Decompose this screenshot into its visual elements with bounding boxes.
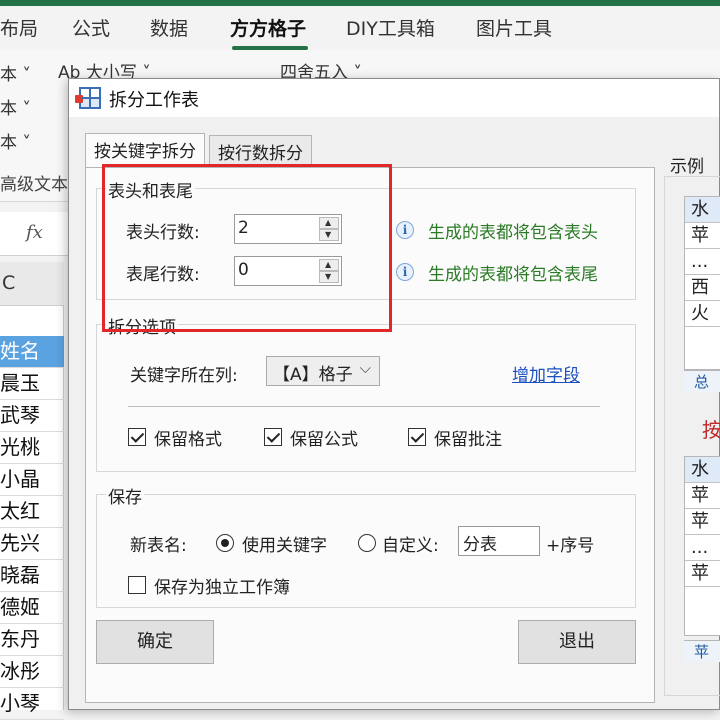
table-cell[interactable]: 东丹: [0, 624, 64, 656]
example-cell: 火: [685, 301, 720, 327]
dialog-titlebar[interactable]: 拆分工作表: [69, 79, 719, 117]
example-cell: 苹: [685, 223, 720, 249]
ribbon-tab-diy-toolbox[interactable]: DIY工具箱: [346, 14, 435, 41]
ribbon-tab-bar: 布局 公式 数据 方方格子 DIY工具箱 图片工具: [0, 6, 720, 50]
new-name-label: 新表名:: [130, 536, 187, 556]
tab-split-by-keyword[interactable]: 按关键字拆分: [85, 133, 205, 167]
custom-name-input[interactable]: 分表: [458, 526, 540, 556]
example-arrow-text: 按: [702, 418, 720, 442]
add-field-link[interactable]: 增加字段: [512, 361, 580, 386]
table-cell[interactable]: 晨玉: [0, 368, 64, 400]
custom-name-label[interactable]: 自定义:: [382, 531, 439, 556]
keep-comment-label[interactable]: 保留批注: [434, 425, 502, 450]
keep-format-checkbox[interactable]: [128, 428, 146, 446]
save-independent-label[interactable]: 保存为独立工作簿: [154, 573, 290, 598]
example-cell: 水: [685, 197, 720, 223]
use-keyword-radio[interactable]: [216, 534, 234, 552]
example-sheet-tab: 苹: [684, 640, 720, 662]
example-cell: 苹: [685, 509, 720, 535]
divider: [128, 406, 600, 407]
ribbon-tab-data[interactable]: 数据: [150, 14, 188, 41]
chevron-down-icon: ⌵: [359, 359, 371, 377]
info-icon: i: [396, 221, 414, 239]
table-cell[interactable]: 冰彤: [0, 656, 64, 688]
custom-name-radio[interactable]: [358, 534, 376, 552]
table-cell[interactable]: 光桃: [0, 432, 64, 464]
table-cell[interactable]: 德姬: [0, 592, 64, 624]
ribbon-tab-image-tools[interactable]: 图片工具: [476, 14, 552, 41]
ribbon-tab-fangfang[interactable]: 方方格子: [230, 14, 306, 41]
key-column-label: 关键字所在列:: [130, 366, 238, 386]
save-independent-checkbox[interactable]: [128, 576, 146, 594]
split-sheet-icon: [75, 87, 101, 109]
ribbon-text-dropdown-3[interactable]: 本 ˅: [0, 128, 31, 153]
dialog-title: 拆分工作表: [109, 90, 199, 111]
table-cell[interactable]: 小琴: [0, 688, 64, 720]
sequence-suffix-label: +序号: [546, 536, 595, 556]
table-cell[interactable]: 太红: [0, 496, 64, 528]
exit-button[interactable]: 退出: [518, 620, 636, 664]
info-icon: i: [396, 263, 414, 281]
example-cell: ...: [685, 535, 720, 561]
example-cell: ...: [685, 249, 720, 275]
tab-split-by-rows[interactable]: 按行数拆分: [209, 135, 312, 167]
table-cell[interactable]: 小晶: [0, 464, 64, 496]
key-column-select[interactable]: 【A】格子 ⌵: [266, 356, 380, 386]
ribbon-group-label: 高级文本: [0, 175, 68, 195]
ribbon-tab-layout[interactable]: 布局: [0, 14, 38, 41]
keep-comment-checkbox[interactable]: [408, 428, 426, 446]
save-group-title: 保存: [106, 483, 144, 508]
example-source-table: 水 苹 ... 西 火: [684, 196, 720, 370]
highlight-box: [102, 164, 392, 332]
ribbon-tab-formulas[interactable]: 公式: [72, 14, 110, 41]
table-cell[interactable]: 晓磊: [0, 560, 64, 592]
keep-formula-label[interactable]: 保留公式: [290, 425, 358, 450]
ribbon-text-dropdown-1[interactable]: 本 ˅: [0, 60, 31, 85]
key-column-value: 【A】格子: [273, 365, 353, 385]
example-sheet-tab: 总: [684, 370, 720, 392]
column-header-c[interactable]: C: [0, 262, 64, 306]
footer-hint: 生成的表都将包含表尾: [428, 265, 598, 285]
example-cell: 苹: [685, 561, 720, 587]
formula-bar: fx: [0, 212, 70, 256]
example-cell: 西: [685, 275, 720, 301]
fx-icon[interactable]: fx: [26, 222, 43, 243]
table-cell[interactable]: 武琴: [0, 400, 64, 432]
ok-button[interactable]: 确定: [96, 620, 214, 664]
example-result-table: 水 苹 苹 ... 苹: [684, 456, 720, 636]
example-cell: 苹: [685, 483, 720, 509]
keep-formula-checkbox[interactable]: [264, 428, 282, 446]
sheet-column: C 姓名 晨玉 武琴 光桃 小晶 太红 先兴 晓磊 德姬 东丹 冰彤 小琴: [0, 262, 64, 720]
table-cell[interactable]: 姓名: [0, 336, 64, 368]
example-label: 示例: [670, 157, 704, 177]
ribbon-text-dropdown-2[interactable]: 本 ˅: [0, 94, 31, 119]
example-cell: 水: [685, 457, 720, 483]
header-hint: 生成的表都将包含表头: [428, 223, 598, 243]
table-cell[interactable]: 先兴: [0, 528, 64, 560]
keep-format-label[interactable]: 保留格式: [154, 425, 222, 450]
use-keyword-label[interactable]: 使用关键字: [242, 531, 327, 556]
